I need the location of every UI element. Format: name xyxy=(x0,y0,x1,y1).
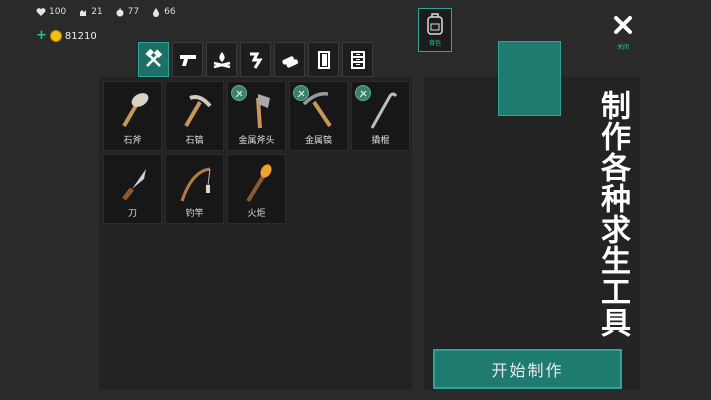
tab-fire[interactable] xyxy=(206,42,237,77)
item-label: 刀 xyxy=(127,209,137,219)
door-icon xyxy=(317,50,330,69)
cabinet-icon xyxy=(350,50,365,69)
torch-icon xyxy=(246,164,272,203)
status-bar: 100 21 77 66 xyxy=(36,7,176,17)
food-value: 77 xyxy=(127,7,140,17)
logs-icon xyxy=(281,55,298,68)
close-label: 关闭 xyxy=(616,44,629,51)
hunger-stat: 21 xyxy=(78,7,103,17)
tab-materials[interactable] xyxy=(274,42,305,77)
health-stat: 100 xyxy=(36,7,66,17)
metal-pickaxe-icon xyxy=(302,91,332,128)
item-slot-stone-pickaxe[interactable]: 石镐 xyxy=(165,81,224,151)
promo-caption: 制作各种求生工具 xyxy=(595,90,630,338)
backpack-icon xyxy=(427,13,443,35)
item-slot-knife[interactable]: 刀 xyxy=(103,154,162,224)
water-value: 66 xyxy=(164,7,176,17)
backpack-label: 背包 xyxy=(428,40,441,47)
category-tabs xyxy=(138,42,373,77)
item-slot-stone-axe[interactable]: 石斧 xyxy=(103,81,162,151)
crowbar-icon xyxy=(370,92,398,129)
stone-pickaxe-icon xyxy=(184,95,212,128)
coin-icon xyxy=(49,30,62,42)
gun-icon xyxy=(179,54,196,66)
item-label: 金属斧头 xyxy=(238,136,275,146)
coin-counter[interactable]: + 81210 xyxy=(36,29,97,42)
item-slot-fishing-rod[interactable]: 钓竿 xyxy=(165,154,224,224)
fishing-rod-icon xyxy=(180,167,211,202)
water-stat: 66 xyxy=(151,7,176,17)
item-label: 石镐 xyxy=(185,136,204,146)
campfire-icon xyxy=(213,51,230,68)
crafting-grid-panel: 石斧 石镐 金属斧头 金属镐 撬棍 刀 钓竿 火炬 xyxy=(99,77,412,390)
stone-axe-icon xyxy=(122,93,149,128)
water-drop-icon xyxy=(153,8,160,17)
knife-icon xyxy=(122,169,146,201)
tab-tools[interactable] xyxy=(138,42,169,77)
item-label: 钓竿 xyxy=(185,209,204,219)
backpack-button[interactable]: 背包 xyxy=(418,8,452,52)
item-slots: 石斧 石镐 金属斧头 金属镐 撬棍 刀 钓竿 火炬 xyxy=(103,81,410,224)
tab-building[interactable] xyxy=(308,42,339,77)
tab-food[interactable] xyxy=(240,42,271,77)
item-label: 火炬 xyxy=(247,209,266,219)
item-label: 金属镐 xyxy=(304,136,332,146)
start-crafting-button[interactable]: 开始制作 xyxy=(433,349,622,389)
meat-icon xyxy=(249,52,263,69)
item-slot-torch[interactable]: 火炬 xyxy=(227,154,286,224)
close-button[interactable]: 关闭 xyxy=(609,14,637,51)
coin-value: 81210 xyxy=(64,30,97,42)
tab-furniture[interactable] xyxy=(342,42,373,77)
item-label: 石斧 xyxy=(123,136,142,146)
health-value: 100 xyxy=(49,7,67,17)
apple-icon xyxy=(116,7,124,17)
tab-weapons[interactable] xyxy=(172,42,203,77)
item-slot-metal-axe[interactable]: 金属斧头 xyxy=(227,81,286,151)
heart-icon xyxy=(36,8,46,16)
item-preview-box xyxy=(498,41,561,116)
close-icon xyxy=(614,16,632,34)
metal-axe-icon xyxy=(256,94,270,129)
hammer-axe-icon xyxy=(144,48,162,67)
item-label: 撬棍 xyxy=(371,136,390,146)
item-slot-crowbar[interactable]: 撬棍 xyxy=(351,81,410,151)
add-coins-icon[interactable]: + xyxy=(36,29,47,42)
hunger-icon xyxy=(80,10,87,16)
hunger-value: 21 xyxy=(91,7,103,17)
item-slot-metal-pickaxe[interactable]: 金属镐 xyxy=(289,81,348,151)
food-stat: 77 xyxy=(115,7,139,17)
